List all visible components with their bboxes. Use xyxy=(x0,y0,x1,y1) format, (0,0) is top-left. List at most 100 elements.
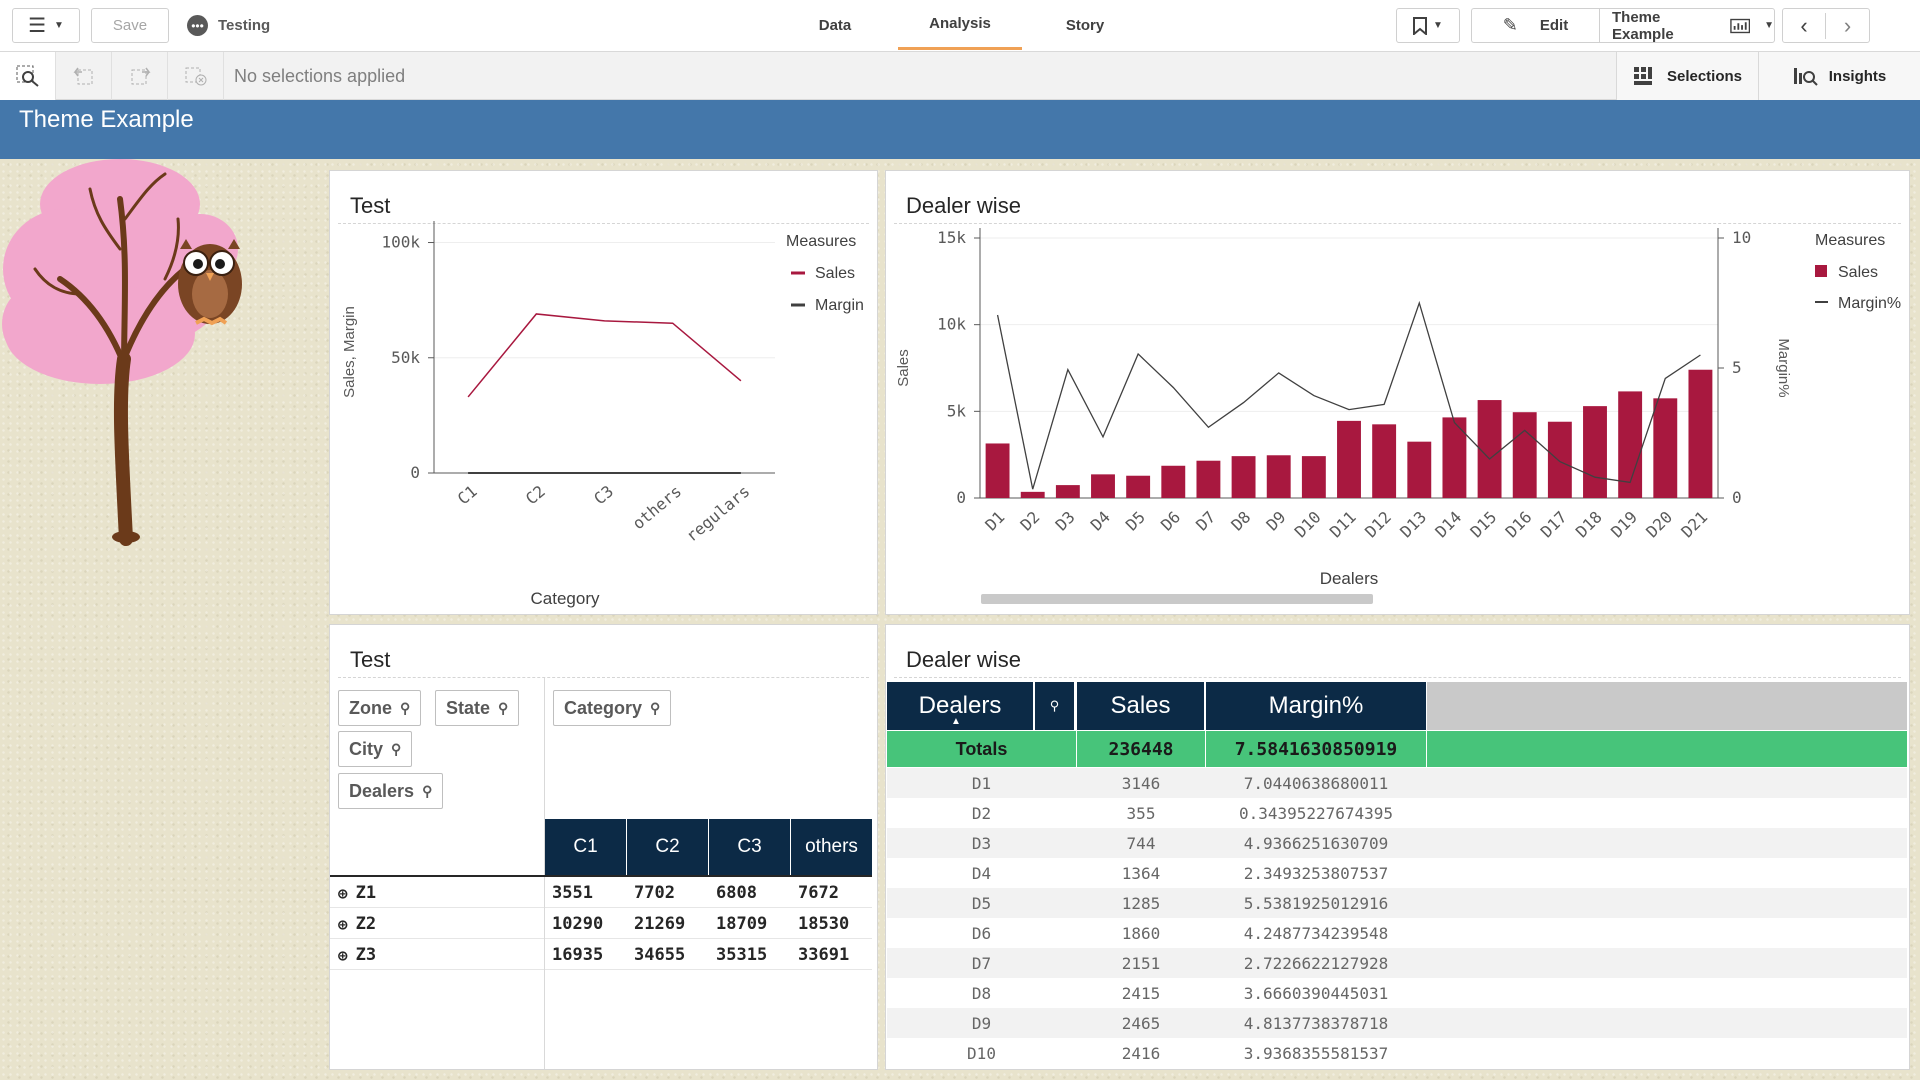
hamburger-icon: ☰ xyxy=(28,15,47,37)
y-axis-title: Sales xyxy=(895,349,912,387)
tab-analysis[interactable]: Analysis xyxy=(898,0,1022,50)
x-tick-label: C2 xyxy=(522,482,549,509)
x-tick-label: D16 xyxy=(1502,507,1536,541)
table-cell-margin: 7.0440638680011 xyxy=(1243,773,1389,793)
pivot-col-header-c1[interactable]: C1 xyxy=(545,819,627,875)
table-cell-dealer: D3 xyxy=(971,833,992,853)
bar-d6 xyxy=(1161,465,1186,498)
pivot-row-label[interactable]: ⊕ Z2 xyxy=(338,914,376,934)
step-back-button[interactable] xyxy=(56,52,112,100)
x-tick-label: D11 xyxy=(1326,507,1360,541)
line-chart-panel[interactable]: Test 0 50k 100k C1 C2 C3 others regulars Categor… xyxy=(329,170,878,615)
save-button[interactable]: Save xyxy=(91,8,169,43)
table-row[interactable]: D5 1285 5.5381925012916 xyxy=(887,888,1907,918)
selections-bar: No selections applied Selections Insight… xyxy=(0,52,1920,100)
table-row[interactable]: D4 1364 2.3493253807537 xyxy=(887,858,1907,888)
expand-plus-icon[interactable]: ⊕ xyxy=(338,946,348,965)
x-tick-label: regulars xyxy=(682,482,753,546)
sheet-selector-label: Theme Example xyxy=(1612,8,1674,43)
table-row[interactable]: D3 744 4.9366251630709 xyxy=(887,828,1907,858)
bar-d10 xyxy=(1301,456,1326,498)
column-header-label: Sales xyxy=(1110,692,1171,719)
search-icon: ⚲ xyxy=(422,782,433,799)
x-tick-label: D20 xyxy=(1642,507,1676,541)
table-cell-dealer: D1 xyxy=(971,773,992,793)
pivot-row-label[interactable]: ⊕ Z1 xyxy=(338,883,376,903)
x-axis-title: Dealers xyxy=(1320,569,1379,588)
table-row[interactable]: D2 355 0.34395227674395 xyxy=(887,798,1907,828)
pivot-col-header-c2[interactable]: C2 xyxy=(627,819,709,875)
sheet-selector[interactable]: Theme Example ▼ xyxy=(1599,8,1775,43)
x-tick-label: D12 xyxy=(1361,507,1395,541)
table-row[interactable]: D10 2416 3.9368355581537 xyxy=(887,1038,1907,1068)
x-tick-label: D15 xyxy=(1467,507,1501,541)
dim-chip-state[interactable]: State ⚲ xyxy=(435,690,520,726)
tab-story[interactable]: Story xyxy=(1040,0,1130,50)
table-cell-sales: 2465 xyxy=(1121,1013,1161,1033)
dim-chip-dealers[interactable]: Dealers ⚲ xyxy=(338,773,444,809)
bookmarks-button[interactable]: ▼ xyxy=(1396,8,1460,43)
table-cell-margin: 3.6660390445031 xyxy=(1243,983,1389,1003)
chart-scrollbar[interactable] xyxy=(981,594,1373,604)
dim-chip-zone[interactable]: Zone ⚲ xyxy=(338,690,422,726)
column-header-sales[interactable]: Sales xyxy=(1077,682,1205,730)
selections-button[interactable]: Selections xyxy=(1616,52,1758,100)
column-header-dealers[interactable]: Dealers ▲ xyxy=(887,682,1033,730)
edit-button[interactable]: ✎ Edit xyxy=(1471,8,1599,43)
table-row[interactable]: D7 2151 2.7226622127928 xyxy=(887,948,1907,978)
sort-ascending-icon: ▲ xyxy=(951,716,961,727)
no-selections-text: No selections applied xyxy=(234,66,406,86)
pivot-cell: 18530 xyxy=(798,914,850,934)
combo-chart-panel[interactable]: Dealer wise 0 5k 10k 15k 0 5 10 D1 D2 D3 D4 D5 D6 D7 D… xyxy=(885,170,1910,615)
expand-plus-icon[interactable]: ⊕ xyxy=(338,884,348,903)
table-cell-dealer: D4 xyxy=(971,863,992,883)
tree-owl-image xyxy=(2,159,242,546)
app-title[interactable]: ••• Testing xyxy=(187,15,270,36)
table-row[interactable]: D9 2465 4.8137738378718 xyxy=(887,1008,1907,1038)
table-cell-sales: 1860 xyxy=(1121,923,1161,943)
table-cell-dealer: D2 xyxy=(971,803,992,823)
column-header-margin[interactable]: Margin% xyxy=(1206,682,1426,730)
totals-margin: 7.5841630850919 xyxy=(1206,731,1426,767)
expand-plus-icon[interactable]: ⊕ xyxy=(338,915,348,934)
insights-button[interactable]: Insights xyxy=(1758,52,1920,100)
legend-title: Measures xyxy=(786,233,856,250)
caret-down-icon: ▼ xyxy=(1433,20,1443,31)
totals-sales: 236448 xyxy=(1077,731,1205,767)
bar-d7 xyxy=(1196,460,1221,498)
totals-label: Totals xyxy=(887,731,1076,767)
legend-item: Margin% xyxy=(1838,295,1901,312)
tab-data[interactable]: Data xyxy=(790,0,880,50)
sheet-title: Theme Example xyxy=(19,106,194,133)
row-label-text: Z1 xyxy=(355,883,377,903)
bar-d5 xyxy=(1126,475,1151,498)
top-toolbar: ☰ ▼ Save ••• Testing Data Analysis Story… xyxy=(0,0,1920,52)
table-row[interactable]: D6 1860 4.2487734239548 xyxy=(887,918,1907,948)
bookmark-icon xyxy=(1413,16,1428,35)
step-forward-icon xyxy=(131,67,150,85)
combo-chart: 0 5k 10k 15k 0 5 10 D1 D2 D3 D4 D5 D6 D7 D8 D9 D10 D11 D12… xyxy=(895,228,1901,588)
table-row[interactable]: D8 2415 3.6660390445031 xyxy=(887,978,1907,1008)
column-search-button[interactable]: ⚲ xyxy=(1034,682,1075,730)
table-row[interactable]: D1 3146 7.0440638680011 xyxy=(887,768,1907,798)
pivot-col-header-c3[interactable]: C3 xyxy=(709,819,791,875)
previous-sheet-button[interactable]: ‹ xyxy=(1783,12,1827,39)
bar-d15 xyxy=(1477,400,1502,498)
smart-search-button[interactable] xyxy=(0,52,56,100)
pivot-row-label[interactable]: ⊕ Z3 xyxy=(338,945,376,965)
column-header-label: Margin% xyxy=(1268,692,1364,719)
x-tick-label: others xyxy=(629,482,685,534)
next-sheet-button[interactable]: › xyxy=(1826,13,1869,39)
pivot-col-header-others[interactable]: others xyxy=(791,819,872,875)
dim-chip-category[interactable]: Category ⚲ xyxy=(553,690,672,726)
global-menu-button[interactable]: ☰ ▼ xyxy=(12,8,80,43)
table-header-filler xyxy=(1427,682,1907,730)
clear-selections-button[interactable] xyxy=(168,52,224,100)
step-forward-button[interactable] xyxy=(112,52,168,100)
bar-d20 xyxy=(1653,398,1678,498)
insights-icon xyxy=(1793,68,1818,86)
totals-sales-value: 236448 xyxy=(1108,738,1174,760)
legend-swatch xyxy=(1815,265,1827,277)
y-tick-label: 15k xyxy=(937,228,966,247)
dim-chip-city[interactable]: City ⚲ xyxy=(338,731,413,767)
